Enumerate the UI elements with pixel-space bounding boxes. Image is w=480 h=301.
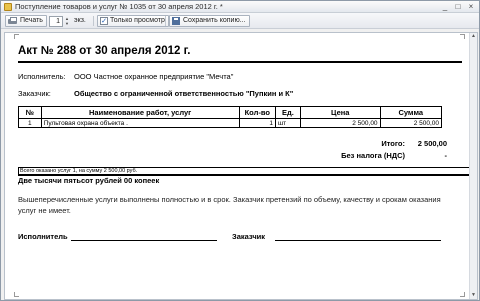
cell-price: 2 500,00 [299, 118, 381, 128]
summary-box: Всего оказано услуг 1, на сумму 2 500,00… [18, 167, 473, 176]
minimize-icon[interactable]: _ [440, 2, 450, 12]
print-button-label: Печать [20, 17, 43, 24]
column-header: Наименование работ, услуг [40, 106, 240, 119]
summary-text: Всего оказано услуг 1, на сумму 2 500,00… [20, 168, 138, 174]
print-preview-window: Поступление товаров и услуг № 1035 от 30… [0, 0, 480, 301]
save-copy-button[interactable]: Сохранить копию... [169, 15, 250, 27]
toolbar-separator [93, 16, 94, 26]
copies-input[interactable]: 1 [49, 15, 63, 27]
view-only-toggle[interactable]: ✓ Только просмотр [97, 15, 169, 27]
column-header: Ед. [274, 106, 301, 119]
checkbox-icon: ✓ [100, 17, 108, 25]
table-row: 1 Пультовая охрана объекта . 1 шт 2 500,… [18, 118, 443, 128]
column-header: Сумма [379, 106, 443, 119]
total-value: 2 500,00 [417, 139, 447, 148]
vertical-scrollbar[interactable]: ▲ ▼ [469, 33, 477, 299]
total-label: Итого: [381, 139, 405, 148]
cell-sum: 2 500,00 [379, 118, 443, 128]
copies-stepper[interactable]: 1 ▲ ▼ [49, 15, 70, 27]
scroll-down-icon[interactable]: ▼ [470, 292, 477, 299]
maximize-icon[interactable]: □ [453, 2, 463, 12]
vat-value: - [444, 151, 448, 160]
executor-label: Исполнитель: [18, 72, 66, 81]
page-corner-mark [460, 34, 465, 39]
window-titlebar: Поступление товаров и услуг № 1035 от 30… [1, 1, 479, 13]
executor-value: ООО Частное охранное предприятие "Мечта" [74, 72, 234, 81]
printer-icon [8, 17, 17, 25]
page-corner-mark [460, 292, 465, 297]
save-icon [172, 17, 180, 25]
view-only-label: Только просмотр [110, 17, 165, 24]
column-header: № [18, 106, 42, 119]
toolbar-separator [165, 16, 166, 26]
cell-number: 1 [18, 118, 42, 128]
title-divider [18, 61, 462, 63]
page-corner-mark [14, 34, 19, 39]
print-button[interactable]: Печать [5, 15, 47, 27]
signature-customer-label: Заказчик [232, 232, 266, 241]
cell-quantity: 1 [238, 118, 276, 128]
vat-label: Без налога (НДС) [341, 151, 405, 160]
page-corner-mark [14, 292, 19, 297]
column-header: Цена [299, 106, 381, 119]
amount-in-words: Две тысячи пятьсот рублей 00 копеек [18, 176, 160, 185]
signature-customer-line [275, 240, 441, 241]
cell-service-name: Пультовая охрана объекта . [40, 118, 240, 128]
document-icon [4, 3, 12, 11]
cell-unit: шт [274, 118, 301, 128]
document-viewport[interactable]: Акт № 288 от 30 апреля 2012 г. Исполните… [4, 32, 478, 300]
copies-unit: экз. [74, 17, 86, 24]
toolbar: Печать 1 ▲ ▼ экз. ✓ Только просмотр Сохра… [1, 13, 479, 29]
services-table: № Наименование работ, услуг Кол-во Ед. Ц… [18, 106, 443, 128]
close-icon[interactable]: × [466, 2, 476, 12]
window-title: Поступление товаров и услуг № 1035 от 30… [15, 2, 223, 11]
customer-value: Общество с ограниченной ответственностью… [74, 89, 294, 98]
table-header-row: № Наименование работ, услуг Кол-во Ед. Ц… [18, 106, 443, 119]
acceptance-note: Вышеперечисленные услуги выполнены полно… [18, 195, 441, 215]
save-copy-label: Сохранить копию... [183, 17, 246, 24]
signature-executor-line [71, 240, 217, 241]
customer-label: Заказчик: [18, 89, 51, 98]
column-header: Кол-во [238, 106, 276, 119]
window-controls: _ □ × [440, 2, 476, 12]
copies-spin-arrows[interactable]: ▲ ▼ [64, 16, 70, 27]
scroll-up-icon[interactable]: ▲ [470, 33, 477, 40]
signature-executor-label: Исполнитель [18, 232, 68, 241]
document-title: Акт № 288 от 30 апреля 2012 г. [18, 45, 191, 57]
